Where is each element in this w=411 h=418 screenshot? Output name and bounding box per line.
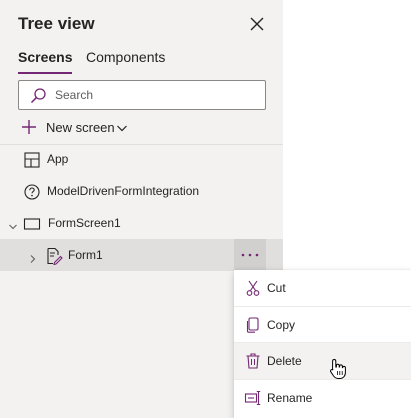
help-circle-icon xyxy=(23,183,41,201)
edit-form-icon xyxy=(45,247,63,266)
chevron-down-icon[interactable] xyxy=(8,219,18,230)
tree-item-label: ModelDrivenFormIntegration xyxy=(47,184,200,198)
panel-title: Tree view xyxy=(18,14,95,33)
tree-item-label: FormScreen1 xyxy=(48,216,121,230)
search-box xyxy=(18,80,266,110)
copy-icon xyxy=(244,316,262,334)
menu-item-delete[interactable]: Delete xyxy=(234,343,411,379)
tree-item-form-screen[interactable]: FormScreen1 xyxy=(0,207,283,239)
scissors-icon xyxy=(244,279,262,297)
tree-item-label: App xyxy=(47,152,69,166)
close-button[interactable] xyxy=(248,15,266,33)
new-screen-label: New screen xyxy=(46,120,115,135)
tab-components[interactable]: Components xyxy=(86,49,165,71)
close-icon xyxy=(250,17,264,31)
search-input[interactable] xyxy=(55,86,255,104)
new-screen-button[interactable]: New screen xyxy=(20,116,140,138)
menu-item-rename[interactable]: Rename xyxy=(234,380,411,416)
menu-item-copy[interactable]: Copy xyxy=(234,307,411,343)
menu-item-label: Rename xyxy=(267,391,313,405)
chevron-down-icon xyxy=(116,121,128,133)
menu-item-label: Delete xyxy=(267,354,302,368)
tree-item-label: Form1 xyxy=(68,248,103,262)
menu-item-label: Cut xyxy=(267,281,286,295)
menu-item-cut[interactable]: Cut xyxy=(234,270,411,306)
app-icon xyxy=(23,151,41,169)
search-icon xyxy=(29,87,47,105)
tree-item-app[interactable]: App xyxy=(0,143,283,175)
context-menu: Cut Copy Delete Rename xyxy=(234,270,411,418)
app-window: Tree view Screens Components Search New … xyxy=(0,0,411,418)
screen-icon xyxy=(23,215,41,233)
tab-screens[interactable]: Screens xyxy=(18,49,73,74)
rename-icon xyxy=(244,389,262,407)
more-options-button[interactable] xyxy=(234,239,266,271)
trash-icon xyxy=(244,352,262,370)
more-horizontal-icon xyxy=(241,253,259,257)
chevron-right-icon[interactable] xyxy=(28,251,38,263)
plus-icon xyxy=(20,118,38,136)
tree-item-model-driven-form[interactable]: ModelDrivenFormIntegration xyxy=(0,175,283,207)
menu-item-label: Copy xyxy=(267,318,296,332)
